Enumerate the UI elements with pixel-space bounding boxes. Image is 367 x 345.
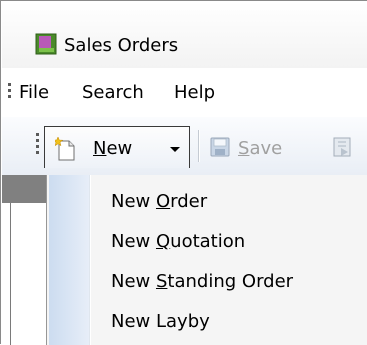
save-button-label: Save [238, 138, 283, 159]
left-pane-divider [10, 203, 11, 345]
left-pane-header [2, 175, 46, 203]
save-icon [210, 137, 230, 157]
menu-bar: File Search Help [2, 69, 367, 117]
app-icon [35, 33, 57, 55]
window-title: Sales Orders [64, 35, 179, 56]
menu-item-new-order[interactable]: New Order [111, 191, 207, 213]
left-pane [2, 175, 48, 345]
menu-help[interactable]: Help [174, 82, 215, 104]
toolbar-separator [198, 130, 199, 162]
menu-icon-gutter [49, 175, 91, 345]
document-arrow-icon[interactable] [332, 136, 354, 158]
menu-item-new-quotation[interactable]: New Quotation [111, 231, 245, 253]
new-dropdown-menu: New Order New Quotation New Standing Ord… [46, 175, 367, 345]
new-split-button[interactable]: New [44, 126, 190, 168]
chevron-down-icon[interactable] [170, 147, 180, 152]
menu-file[interactable]: File [19, 82, 49, 104]
menu-item-new-standing-order[interactable]: New Standing Order [111, 271, 293, 293]
toolbar: New Save [2, 117, 367, 175]
sales-orders-window: Sales Orders File Search Help New Save N… [0, 0, 367, 345]
title-bar[interactable]: Sales Orders [2, 2, 367, 68]
save-button[interactable]: Save [206, 126, 306, 166]
menubar-grip[interactable] [8, 83, 11, 101]
new-button-label: New [93, 138, 133, 159]
menu-search[interactable]: Search [82, 82, 144, 104]
new-document-icon [55, 137, 75, 161]
toolbar-grip[interactable] [36, 133, 39, 157]
menu-item-new-layby[interactable]: New Layby [111, 311, 210, 333]
